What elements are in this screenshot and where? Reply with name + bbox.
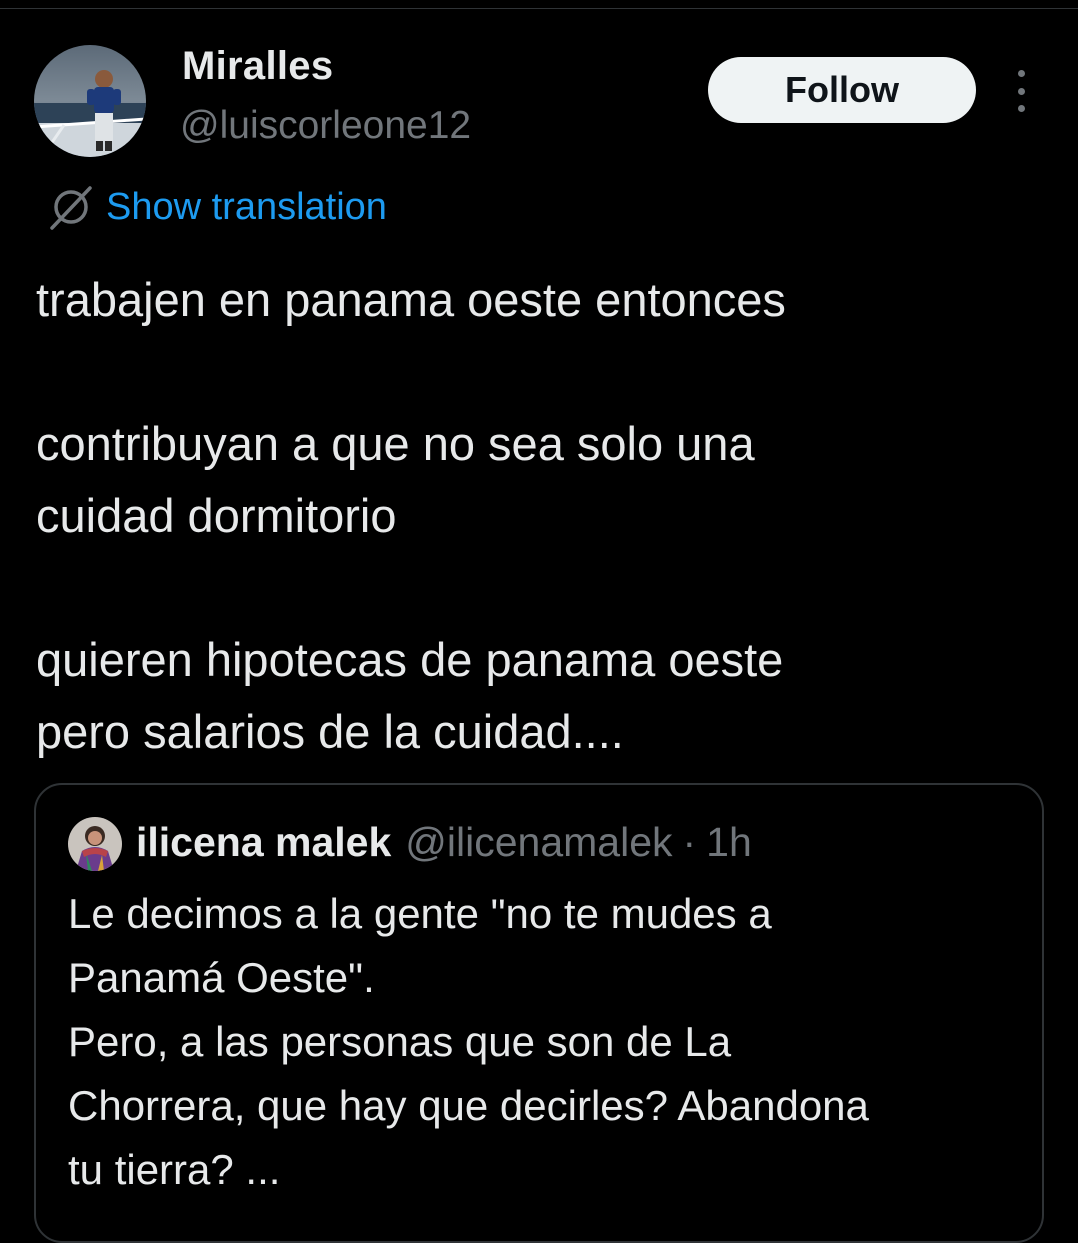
post-text-line: trabajen en panama oeste entonces [36, 273, 786, 326]
post-text-line: cuidad dormitorio [36, 489, 397, 542]
top-divider [0, 0, 1078, 9]
author-handle[interactable]: @luiscorleone12 [180, 104, 471, 148]
author-display-name[interactable]: Miralles [182, 44, 333, 89]
quoted-author-avatar-image [68, 817, 122, 871]
translate-globe-icon [50, 186, 92, 230]
show-translation-link[interactable]: Show translation [46, 182, 387, 232]
quoted-author-avatar[interactable] [68, 817, 122, 871]
more-vertical-icon[interactable] [1008, 70, 1034, 112]
quoted-separator: · [682, 818, 697, 865]
author-avatar[interactable] [34, 45, 146, 157]
quoted-text-line: Le decimos a la gente "no te mudes a [68, 890, 772, 937]
quoted-text-line: tu tierra? ... [68, 1146, 281, 1193]
more-dot [1017, 70, 1025, 77]
quoted-text-line: Pero, a las personas que son de La [68, 1018, 732, 1065]
quoted-text-line: Panamá Oeste". [68, 954, 375, 1001]
more-dot [1017, 105, 1025, 112]
quoted-post-header: ilicena malek @ilicenamalek · 1h [136, 814, 752, 870]
quoted-text-line: Chorrera, que hay que decirles? Abandona [68, 1082, 869, 1129]
author-avatar-image [34, 45, 146, 157]
post-text-line: quieren hipotecas de panama oeste [36, 633, 784, 686]
show-translation-label: Show translation [106, 185, 387, 228]
follow-button[interactable]: Follow [708, 57, 976, 123]
post-text-line: pero salarios de la cuidad.... [36, 705, 624, 758]
more-dot [1017, 87, 1025, 95]
post-text-line: contribuyan a que no sea solo una [36, 417, 755, 470]
quoted-author-handle[interactable]: @ilicenamalek [405, 819, 672, 866]
quoted-post-time[interactable]: 1h [706, 819, 752, 866]
quoted-author-name[interactable]: ilicena malek [136, 819, 391, 866]
